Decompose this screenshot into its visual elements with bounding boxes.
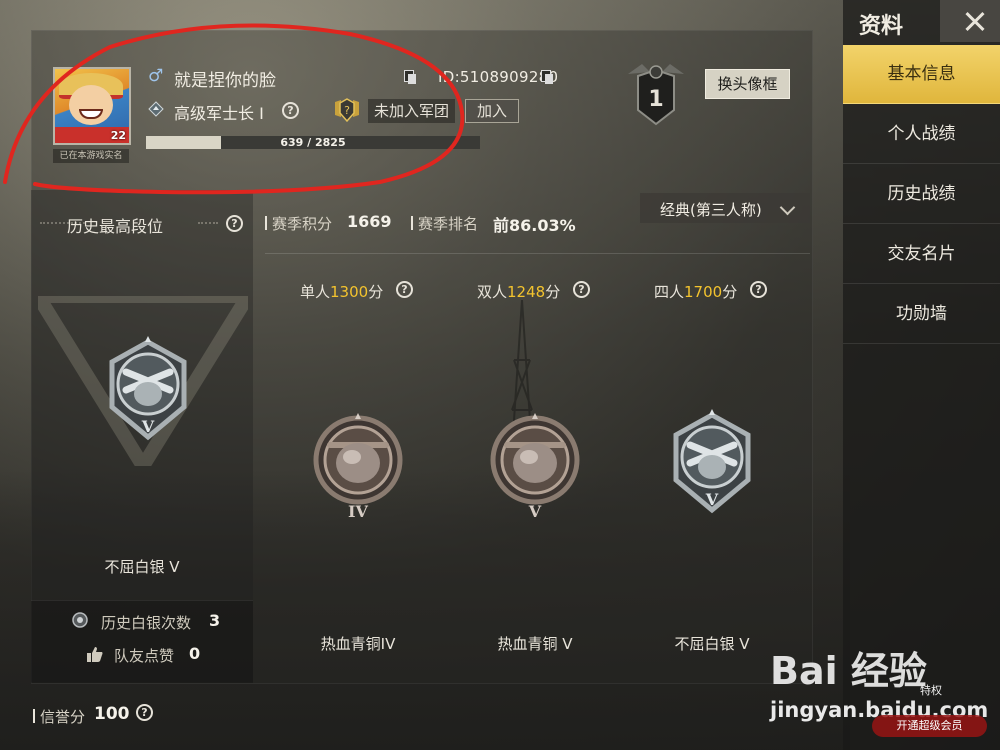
history-highest-tier-title: 历史最高段位 <box>66 217 163 236</box>
teammate-likes-label: 队友点赞 <box>114 647 175 665</box>
mode-tier-name: 热血青铜 V <box>497 635 573 653</box>
mode-name: 四人 <box>654 283 685 301</box>
realname-badge: 已在本游戏实名 <box>53 149 129 163</box>
mode-score-unit: 分 <box>368 283 384 301</box>
change-avatar-frame-button[interactable]: 换头像框 <box>705 69 790 99</box>
season-rank-value: 前86.03% <box>493 216 576 235</box>
credit-label-marker <box>33 709 35 723</box>
teammate-likes-value: 0 <box>189 644 201 663</box>
chevron-down-icon <box>779 199 796 216</box>
rank-title: 高级军士长 I <box>174 104 264 123</box>
mode-score: 1700 <box>684 283 723 301</box>
season-points-value: 1669 <box>347 212 392 231</box>
svg-text:V: V <box>528 502 542 521</box>
svg-text:V: V <box>141 417 155 436</box>
mode-score-unit: 分 <box>545 283 561 301</box>
svg-text:?: ? <box>344 104 350 117</box>
tier-emblem-icon: 1 <box>628 64 684 126</box>
mode-score: 1248 <box>507 283 546 301</box>
stats-divider <box>265 253 810 254</box>
silver-count-value: 3 <box>209 611 221 630</box>
history-silver-medal-icon: V <box>109 336 187 441</box>
rank-label-marker <box>411 216 413 230</box>
avatar[interactable]: 22 <box>53 67 131 145</box>
season-rank-label: 赛季排名 <box>418 215 479 233</box>
silver-count-label: 历史白银次数 <box>101 614 192 632</box>
mode-score-unit: 分 <box>722 283 738 301</box>
title-divider-right <box>198 222 218 224</box>
silver-medal-icon: V <box>673 409 751 514</box>
nav-item-social-card[interactable]: 交友名片 <box>843 225 1000 284</box>
mode-help-icon[interactable]: ? <box>396 281 413 298</box>
clan-emblem-icon: ? <box>335 98 359 123</box>
bronze-medal-icon: V <box>490 413 580 521</box>
nav-item-personal-record[interactable]: 个人战绩 <box>843 105 1000 164</box>
credit-help-icon[interactable]: ? <box>136 704 153 721</box>
history-help-icon[interactable]: ? <box>226 215 243 232</box>
mode-dropdown-value: 经典(第三人称) <box>660 201 762 219</box>
xp-progress-text: 639 / 2825 <box>280 136 346 149</box>
clan-status: 未加入军团 <box>368 99 456 123</box>
silver-count-icon <box>72 612 88 628</box>
mode-score-label: 双人1248分 <box>477 281 560 302</box>
mode-score-label: 单人1300分 <box>300 281 383 302</box>
tier-number: 1 <box>648 87 663 112</box>
close-button[interactable] <box>940 0 1000 42</box>
rank-help-icon[interactable]: ? <box>282 102 299 119</box>
thumbs-up-icon <box>87 647 103 662</box>
baidu-watermark: Bai 经验 特权 jingyan.baidu.com 开通超级会员 <box>770 640 1000 750</box>
copy-id-icon[interactable] <box>541 70 553 84</box>
credit-score-label: 信誉分 <box>40 708 86 726</box>
mode-help-icon[interactable]: ? <box>573 281 590 298</box>
watermark-small-text: 特权 <box>920 684 942 697</box>
mode-tier-name: 热血青铜IV <box>320 635 396 653</box>
mode-dropdown[interactable]: 经典(第三人称) <box>640 193 810 223</box>
history-tier-name: 不屈白银 V <box>104 558 180 576</box>
xp-progress-bar: 639 / 2825 <box>146 136 480 149</box>
watermark-badge: 开通超级会员 <box>872 715 987 737</box>
join-clan-button[interactable]: 加入 <box>465 99 519 123</box>
mode-name: 双人 <box>477 283 508 301</box>
points-label-marker <box>265 216 267 230</box>
svg-text:V: V <box>705 490 719 509</box>
bronze-medal-icon: IV <box>313 413 403 521</box>
rank-insignia-icon <box>148 101 164 117</box>
copy-name-icon[interactable] <box>404 70 416 84</box>
nav-item-honor-wall[interactable]: 功勋墙 <box>843 285 1000 344</box>
nav-item-history-record[interactable]: 历史战绩 <box>843 165 1000 224</box>
avatar-level: 22 <box>110 129 126 142</box>
mode-score: 1300 <box>330 283 369 301</box>
nav-title: 资料 <box>859 14 904 39</box>
player-name: 就是捏你的脸 <box>174 71 276 91</box>
svg-text:IV: IV <box>348 502 368 521</box>
mode-help-icon[interactable]: ? <box>750 281 767 298</box>
credit-score-value: 100 <box>94 704 130 724</box>
male-gender-icon: ♂ <box>148 66 164 86</box>
mode-tier-name: 不屈白银 V <box>674 635 750 653</box>
mode-name: 单人 <box>300 283 331 301</box>
season-points-label: 赛季积分 <box>272 215 333 233</box>
watermark-logo: Bai 经验 <box>770 649 927 693</box>
mode-score-label: 四人1700分 <box>654 281 737 302</box>
nav-item-basic-info[interactable]: 基本信息 <box>843 45 1000 104</box>
